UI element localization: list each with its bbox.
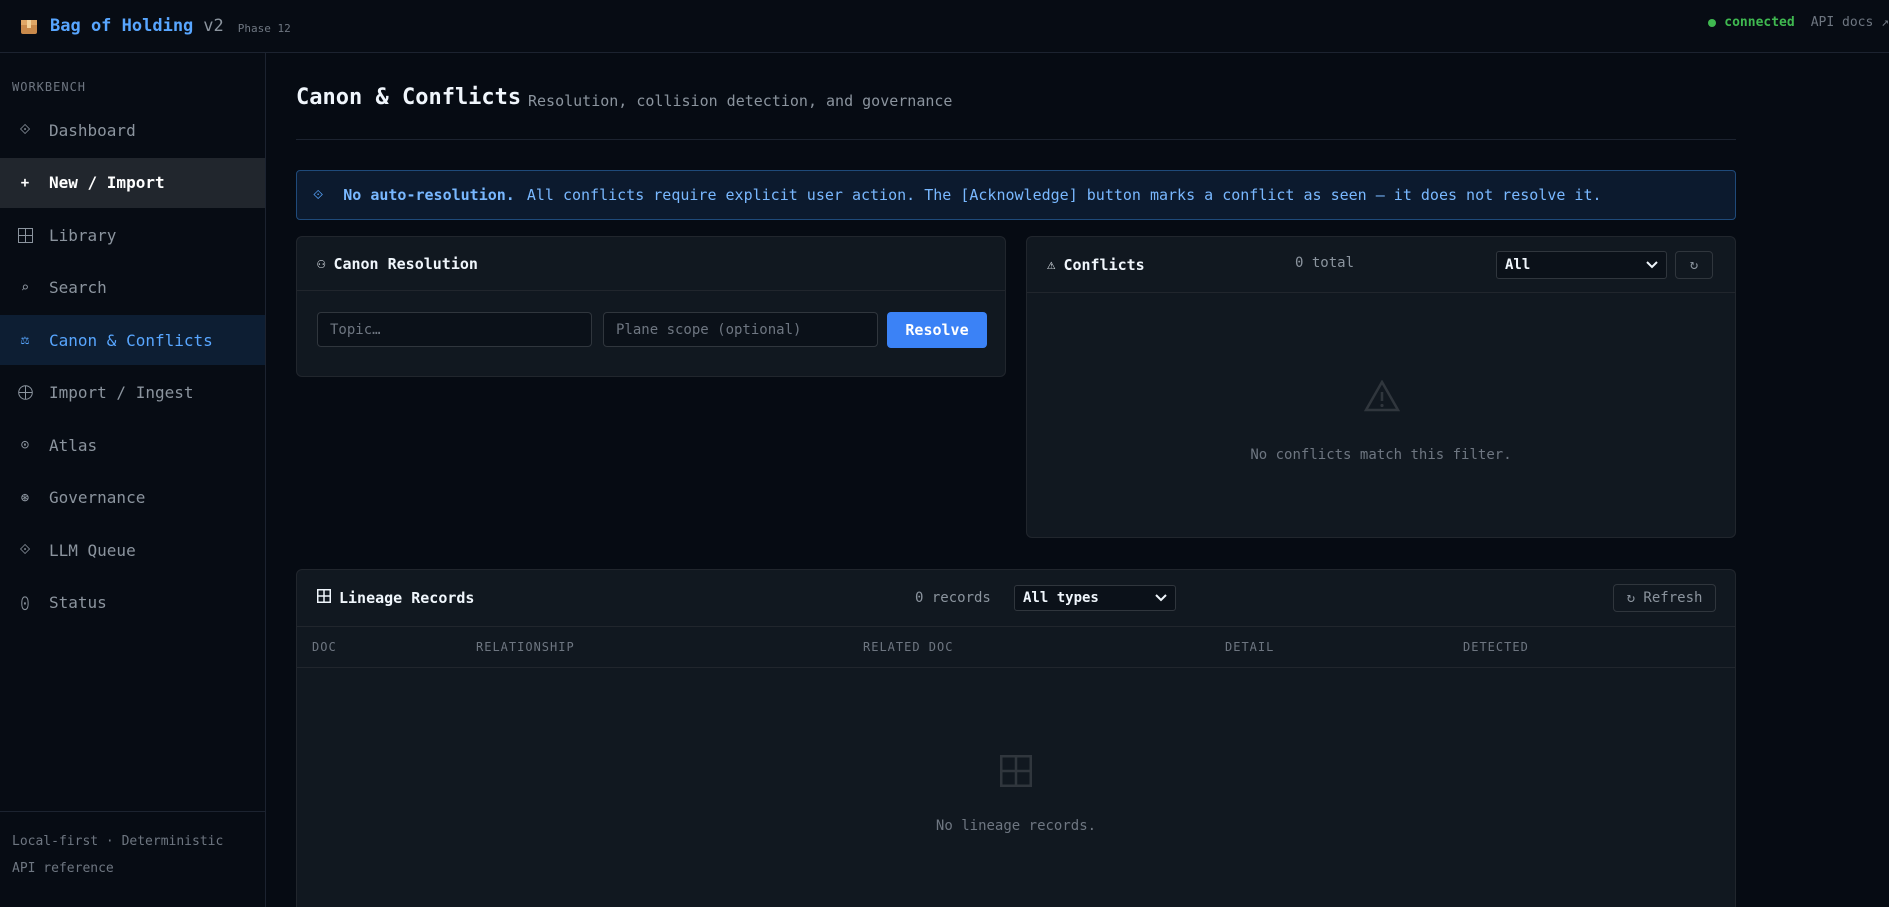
lineage-records-panel: Lineage Records 0 records All types ↻ Re… [296,569,1736,907]
sidebar-footer: Local-first · Deterministic API referenc… [0,811,265,907]
column-header-related-doc: RELATED DOC [863,640,954,654]
grid-icon [16,227,34,243]
sidebar-item-governance[interactable]: ⊛ Governance [0,473,265,523]
warning-icon: ⚠ [1047,256,1056,273]
status-dot-icon: ⨀ [20,594,30,611]
sidebar-nav: ⟐ Dashboard + New / Import Library ⌕ Sea… [0,105,265,630]
column-header-detail: DETAIL [1225,640,1275,654]
brand-name: Bag of Holding [50,16,194,36]
page-title: Canon & Conflicts [296,85,522,110]
grid-icon [1000,755,1032,787]
brand[interactable]: Bag of Holding v2 Phase 12 [20,16,291,36]
diamond-icon: ⟐ [313,187,324,203]
lineage-count: 0 records [915,590,991,606]
canon-resolution-panel: ⚇ Canon Resolution Resolve [296,236,1006,377]
gear-icon: ⊛ [20,489,30,506]
banner-heading: No auto-resolution. [343,186,515,204]
panel-title: Canon Resolution [333,254,478,273]
diamond-icon: ⟐ [19,542,31,558]
plane-scope-input[interactable] [603,312,878,347]
refresh-button[interactable]: ↻ [1675,251,1713,279]
resolve-button[interactable]: Resolve [887,312,987,348]
sidebar-item-label: LLM Queue [49,540,136,560]
panel-title: Conflicts [1063,255,1145,274]
sidebar-item-import-ingest[interactable]: Import / Ingest [0,368,265,418]
status-dot-icon [1708,18,1717,27]
conflicts-panel: ⚠ Conflicts 0 total All ↻ No conflicts m… [1026,236,1736,538]
sidebar-section-label: WORKBENCH [12,80,87,94]
column-header-relationship: RELATIONSHIP [476,640,575,654]
sidebar-item-label: Search [49,278,107,297]
conflicts-count: 0 total [1295,255,1355,271]
globe-icon [16,385,34,400]
phase-label: Phase 12 [237,21,291,35]
sidebar-item-llm-queue[interactable]: ⟐ LLM Queue [0,525,265,575]
table-header: DOC RELATIONSHIP RELATED DOC DETAIL DETE… [297,627,1735,668]
page-subtitle: Resolution, collision detection, and gov… [528,92,953,110]
sidebar-item-label: Canon & Conflicts [49,330,213,350]
sidebar-item-label: Status [49,593,107,612]
sidebar-item-dashboard[interactable]: ⟐ Dashboard [0,105,265,155]
version-label: v2 [203,16,224,36]
plus-icon: + [20,174,30,191]
panel-title: Lineage Records [339,589,475,607]
grid-icon [317,589,331,607]
scales-icon: ⚖ [20,332,30,348]
empty-state-text: No conflicts match this filter. [1250,447,1512,463]
lineage-type-select[interactable]: All types [1014,585,1176,611]
binoculars-icon: ⚇ [317,255,326,272]
connection-status: connected [1724,15,1795,30]
diamond-icon: ⟐ [19,122,31,138]
api-docs-link[interactable]: API docs ↗ [1811,15,1889,30]
sidebar-item-atlas[interactable]: ⊙ Atlas [0,420,265,470]
footer-tagline: Local-first · Deterministic [12,834,224,849]
chevron-down-icon [1646,257,1658,273]
refresh-button[interactable]: ↻ Refresh [1613,584,1716,612]
panel-header: ⚇ Canon Resolution [297,237,1005,291]
empty-state-text: No lineage records. [935,818,1097,834]
sidebar-item-canon-conflicts[interactable]: ⚖ Canon & Conflicts [0,315,265,365]
sidebar-item-label: Dashboard [49,120,136,140]
target-icon: ⊙ [20,437,30,453]
sidebar-item-label: New / Import [49,173,165,192]
page-header: Canon & Conflicts Resolution, collision … [296,85,1736,140]
warning-icon [1364,380,1400,412]
sidebar-item-label: Governance [49,488,146,507]
sidebar-item-status[interactable]: ⨀ Status [0,578,265,628]
topic-input[interactable] [317,312,592,347]
api-reference-link[interactable]: API reference [12,855,253,882]
sidebar-item-library[interactable]: Library [0,210,265,260]
search-icon: ⌕ [20,279,30,296]
select-value: All types [1023,590,1099,606]
sidebar-item-label: Import / Ingest [49,383,194,402]
sidebar-item-search[interactable]: ⌕ Search [0,263,265,313]
sidebar: WORKBENCH ⟐ Dashboard + New / Import Lib… [0,53,266,907]
sidebar-item-label: Atlas [49,435,98,455]
column-header-detected: DETECTED [1463,640,1529,654]
conflict-filter-select[interactable]: All [1496,251,1667,279]
select-value: All [1505,257,1531,273]
sidebar-item-label: Library [49,225,117,245]
package-icon [21,20,37,34]
column-header-doc: DOC [312,640,337,654]
info-banner: ⟐ No auto-resolution. All conflicts requ… [296,170,1736,220]
top-bar: Bag of Holding v2 Phase 12 connected API… [0,0,1889,53]
banner-text: All conflicts require explicit user acti… [526,186,1602,204]
sidebar-item-new-import[interactable]: + New / Import [0,157,265,208]
chevron-down-icon [1155,590,1167,606]
